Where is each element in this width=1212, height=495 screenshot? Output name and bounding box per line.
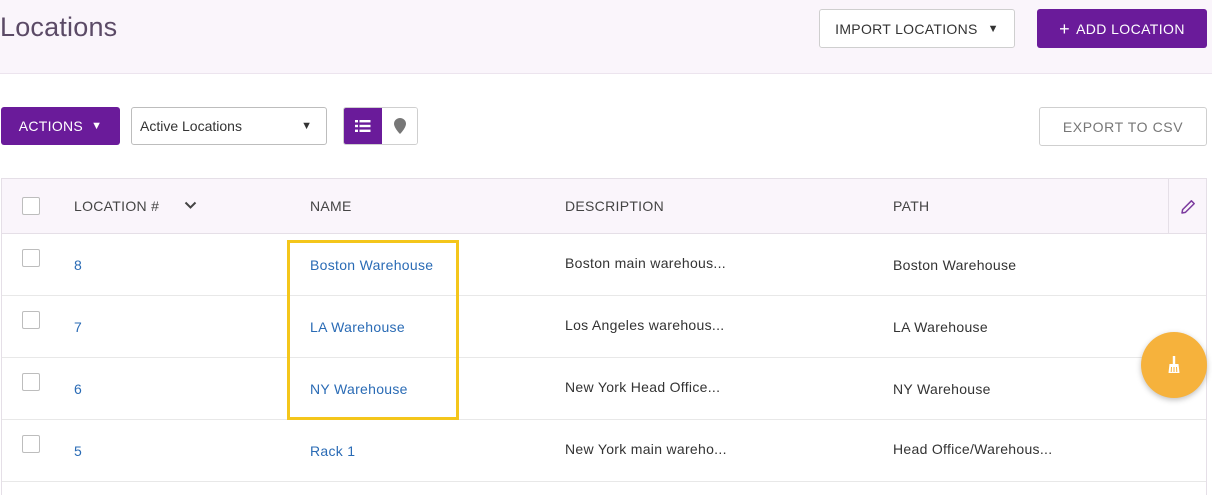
location-path: Head Office/Warehous... bbox=[893, 441, 1053, 457]
list-view-button[interactable] bbox=[344, 108, 382, 144]
location-description: Boston main warehous... bbox=[565, 255, 726, 271]
actions-button[interactable]: ACTIONS ▼ bbox=[1, 107, 120, 145]
map-pin-icon bbox=[393, 118, 406, 134]
export-csv-button[interactable]: EXPORT TO CSV bbox=[1039, 107, 1207, 146]
caret-down-icon: ▼ bbox=[987, 22, 999, 35]
page-header: Locations IMPORT LOCATIONS ▼ + ADD LOCAT… bbox=[0, 0, 1212, 74]
import-locations-button[interactable]: IMPORT LOCATIONS ▼ bbox=[819, 9, 1015, 48]
location-name-link[interactable]: NY Warehouse bbox=[310, 381, 408, 397]
location-description: New York Head Office... bbox=[565, 379, 721, 395]
add-location-label: ADD LOCATION bbox=[1076, 20, 1185, 37]
row-checkbox[interactable] bbox=[22, 311, 40, 329]
page-title: Locations bbox=[0, 12, 118, 42]
edit-columns-button[interactable] bbox=[1168, 179, 1207, 234]
chevron-down-icon[interactable] bbox=[184, 201, 197, 210]
location-name-link[interactable]: Boston Warehouse bbox=[310, 257, 433, 273]
add-location-button[interactable]: + ADD LOCATION bbox=[1037, 9, 1207, 48]
table-row[interactable]: 5 Rack 1 New York main wareho... Head Of… bbox=[2, 420, 1206, 482]
table-row[interactable]: 6 NY Warehouse New York Head Office... N… bbox=[2, 358, 1206, 420]
column-header-path[interactable]: PATH bbox=[893, 198, 929, 214]
import-locations-label: IMPORT LOCATIONS bbox=[835, 20, 978, 37]
column-header-name[interactable]: NAME bbox=[310, 198, 352, 214]
map-view-button[interactable] bbox=[382, 108, 417, 144]
location-filter-select[interactable]: Active Locations ▼ bbox=[131, 107, 327, 145]
column-header-location-number[interactable]: LOCATION # bbox=[74, 198, 159, 214]
caret-down-icon: ▼ bbox=[301, 120, 312, 132]
location-number-link[interactable]: 5 bbox=[74, 443, 82, 459]
table-row[interactable]: 8 Boston Warehouse Boston main warehous.… bbox=[2, 234, 1206, 296]
list-icon bbox=[355, 120, 371, 132]
location-path: LA Warehouse bbox=[893, 319, 988, 335]
location-description: New York main wareho... bbox=[565, 441, 727, 457]
table-header: LOCATION # NAME DESCRIPTION PATH bbox=[2, 179, 1206, 234]
location-path: Boston Warehouse bbox=[893, 257, 1017, 273]
location-path: NY Warehouse bbox=[893, 381, 991, 397]
table-row[interactable]: 7 LA Warehouse Los Angeles warehous... L… bbox=[2, 296, 1206, 358]
column-header-description[interactable]: DESCRIPTION bbox=[565, 198, 664, 214]
pencil-icon bbox=[1181, 199, 1195, 214]
location-name-link[interactable]: Rack 1 bbox=[310, 443, 355, 459]
locations-table: LOCATION # NAME DESCRIPTION PATH 8 Bosto… bbox=[1, 178, 1207, 495]
row-checkbox[interactable] bbox=[22, 435, 40, 453]
broom-icon bbox=[1168, 356, 1180, 373]
actions-label: ACTIONS bbox=[18, 118, 84, 134]
view-toggle bbox=[343, 107, 418, 145]
cleanup-fab-button[interactable] bbox=[1141, 332, 1207, 398]
location-number-link[interactable]: 6 bbox=[74, 381, 82, 397]
location-description: Los Angeles warehous... bbox=[565, 317, 725, 333]
row-checkbox[interactable] bbox=[22, 249, 40, 267]
caret-down-icon: ▼ bbox=[91, 120, 103, 132]
location-filter-value: Active Locations bbox=[140, 118, 242, 134]
row-checkbox[interactable] bbox=[22, 373, 40, 391]
location-number-link[interactable]: 8 bbox=[74, 257, 82, 273]
plus-icon: + bbox=[1059, 18, 1071, 39]
select-all-checkbox[interactable] bbox=[22, 197, 40, 215]
location-number-link[interactable]: 7 bbox=[74, 319, 82, 335]
location-name-link[interactable]: LA Warehouse bbox=[310, 319, 405, 335]
